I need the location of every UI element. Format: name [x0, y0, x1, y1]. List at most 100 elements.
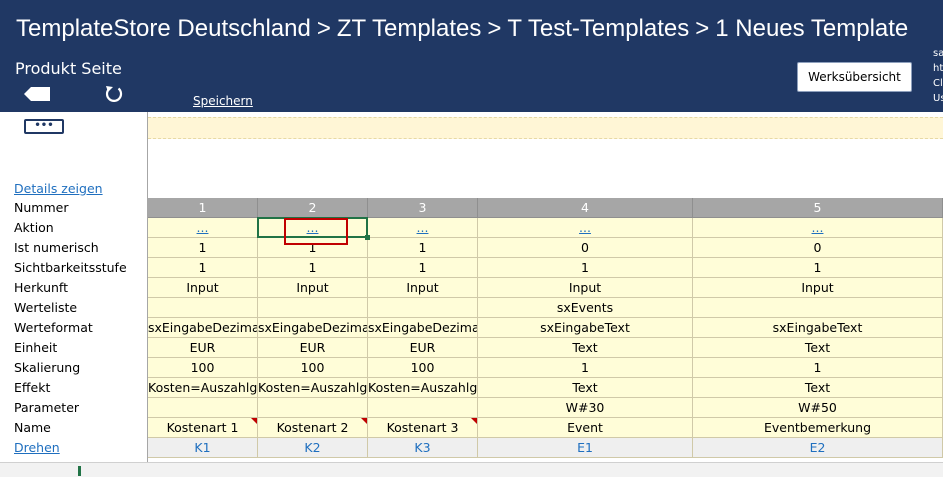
- cell-parameter-2[interactable]: [258, 398, 368, 418]
- input-band[interactable]: [148, 117, 943, 139]
- cell-name-2[interactable]: Kostenart 2: [258, 418, 368, 438]
- werksuebersicht-button[interactable]: Werksübersicht: [797, 62, 912, 92]
- save-link[interactable]: Speichern: [193, 94, 253, 108]
- cell-drehen-4[interactable]: E1: [478, 438, 693, 458]
- row-label-aktion: Aktion: [14, 220, 54, 235]
- breadcrumb-item-test-templates[interactable]: T Test-Templates: [507, 15, 689, 42]
- action-link[interactable]: ...: [579, 220, 591, 235]
- cell-ist-numerisch-5[interactable]: 0: [693, 238, 943, 258]
- cell-sichtbarkeitsstufe-5[interactable]: 1: [693, 258, 943, 278]
- cell-drehen-3[interactable]: K3: [368, 438, 478, 458]
- grid-row-parameter: W#30 W#50: [148, 398, 943, 418]
- cell-herkunft-1[interactable]: Input: [148, 278, 258, 298]
- breadcrumb-item-neues-template[interactable]: 1 Neues Template: [715, 15, 908, 42]
- reload-icon[interactable]: [104, 84, 124, 104]
- cell-aktion-1[interactable]: ...: [148, 218, 258, 238]
- cell-werteformat-2[interactable]: sxEingabeDezimal2: [258, 318, 368, 338]
- cell-skalierung-2[interactable]: 100: [258, 358, 368, 378]
- cell-ist-numerisch-3[interactable]: 1: [368, 238, 478, 258]
- cell-herkunft-3[interactable]: Input: [368, 278, 478, 298]
- grid-row-effekt: Kosten=Auszahlg Kosten=Auszahlg Kosten=Aus…: [148, 378, 943, 398]
- fill-handle[interactable]: [365, 235, 370, 240]
- cell-drehen-5[interactable]: E2: [693, 438, 943, 458]
- cell-skalierung-5[interactable]: 1: [693, 358, 943, 378]
- cell-aktion-3[interactable]: ...: [368, 218, 478, 238]
- cell-effekt-1[interactable]: Kosten=Auszahlg: [148, 378, 258, 398]
- cell-sichtbarkeitsstufe-1[interactable]: 1: [148, 258, 258, 278]
- cell-nummer-1[interactable]: 1: [148, 198, 258, 218]
- cell-effekt-5[interactable]: Text: [693, 378, 943, 398]
- cell-drehen-2[interactable]: K2: [258, 438, 368, 458]
- cell-nummer-4[interactable]: 4: [478, 198, 693, 218]
- cell-werteliste-4[interactable]: sxEvents: [478, 298, 693, 318]
- back-arrow-icon[interactable]: [24, 87, 50, 101]
- cell-einheit-1[interactable]: EUR: [148, 338, 258, 358]
- app-header: TemplateStore Deutschland > ZT Templates > T…: [0, 0, 943, 112]
- row-label-werteliste: Werteliste: [14, 300, 78, 315]
- grid-row-herkunft: Input Input Input Input Input: [148, 278, 943, 298]
- cell-werteformat-3[interactable]: sxEingabeDezimal2: [368, 318, 478, 338]
- cell-effekt-3[interactable]: Kosten=Auszahlg: [368, 378, 478, 398]
- cell-werteformat-4[interactable]: sxEingabeText: [478, 318, 693, 338]
- cell-sichtbarkeitsstufe-3[interactable]: 1: [368, 258, 478, 278]
- cell-name-4[interactable]: Event: [478, 418, 693, 438]
- breadcrumb-item-store[interactable]: TemplateStore Deutschland: [16, 15, 311, 42]
- row-label-drehen[interactable]: Drehen: [14, 438, 60, 458]
- grid-row-werteliste: sxEvents: [148, 298, 943, 318]
- cell-name-1[interactable]: Kostenart 1: [148, 418, 258, 438]
- cell-parameter-1[interactable]: [148, 398, 258, 418]
- cell-parameter-5[interactable]: W#50: [693, 398, 943, 418]
- cell-name-5[interactable]: Eventbemerkung: [693, 418, 943, 438]
- side-info: sa ht Cl Us: [933, 46, 943, 106]
- cell-effekt-2[interactable]: Kosten=Auszahlg: [258, 378, 368, 398]
- breadcrumb-item-zt-templates[interactable]: ZT Templates: [337, 15, 482, 42]
- cell-sichtbarkeitsstufe-4[interactable]: 1: [478, 258, 693, 278]
- action-link[interactable]: ...: [307, 220, 319, 235]
- cell-cursor: [78, 466, 81, 476]
- more-options-button[interactable]: •••: [24, 119, 64, 134]
- cell-aktion-5[interactable]: ...: [693, 218, 943, 238]
- breadcrumb-separator: >: [695, 15, 710, 42]
- row-label-einheit: Einheit: [14, 340, 58, 355]
- cell-herkunft-5[interactable]: Input: [693, 278, 943, 298]
- grid-row-aktion: ...............: [148, 218, 943, 238]
- cell-nummer-3[interactable]: 3: [368, 198, 478, 218]
- cell-parameter-4[interactable]: W#30: [478, 398, 693, 418]
- cell-ist-numerisch-2[interactable]: 1: [258, 238, 368, 258]
- cell-herkunft-2[interactable]: Input: [258, 278, 368, 298]
- page-subtitle: Produkt Seite: [15, 59, 122, 78]
- cell-einheit-2[interactable]: EUR: [258, 338, 368, 358]
- cell-einheit-3[interactable]: EUR: [368, 338, 478, 358]
- side-info-line: Cl: [933, 78, 943, 89]
- cell-skalierung-1[interactable]: 100: [148, 358, 258, 378]
- cell-einheit-5[interactable]: Text: [693, 338, 943, 358]
- cell-aktion-4[interactable]: ...: [478, 218, 693, 238]
- action-link[interactable]: ...: [417, 220, 429, 235]
- cell-nummer-5[interactable]: 5: [693, 198, 943, 218]
- cell-aktion-2[interactable]: ...: [258, 218, 368, 238]
- cell-werteliste-1[interactable]: [148, 298, 258, 318]
- cell-einheit-4[interactable]: Text: [478, 338, 693, 358]
- cell-ist-numerisch-1[interactable]: 1: [148, 238, 258, 258]
- action-link[interactable]: ...: [197, 220, 209, 235]
- cell-effekt-4[interactable]: Text: [478, 378, 693, 398]
- cell-werteformat-5[interactable]: sxEingabeText: [693, 318, 943, 338]
- details-toggle-link[interactable]: Details zeigen: [14, 181, 103, 196]
- cell-ist-numerisch-4[interactable]: 0: [478, 238, 693, 258]
- cell-sichtbarkeitsstufe-2[interactable]: 1: [258, 258, 368, 278]
- row-label-effekt: Effekt: [14, 380, 51, 395]
- cell-werteliste-2[interactable]: [258, 298, 368, 318]
- cell-nummer-2[interactable]: 2: [258, 198, 368, 218]
- side-info-line: Us: [933, 93, 943, 104]
- cell-drehen-1[interactable]: K1: [148, 438, 258, 458]
- cell-werteliste-5[interactable]: [693, 298, 943, 318]
- cell-parameter-3[interactable]: [368, 398, 478, 418]
- cell-werteliste-3[interactable]: [368, 298, 478, 318]
- action-link[interactable]: ...: [812, 220, 824, 235]
- cell-skalierung-4[interactable]: 1: [478, 358, 693, 378]
- cell-name-3[interactable]: Kostenart 3: [368, 418, 478, 438]
- cell-skalierung-3[interactable]: 100: [368, 358, 478, 378]
- cell-werteformat-1[interactable]: sxEingabeDezimal2: [148, 318, 258, 338]
- cell-herkunft-4[interactable]: Input: [478, 278, 693, 298]
- row-label-parameter: Parameter: [14, 400, 80, 415]
